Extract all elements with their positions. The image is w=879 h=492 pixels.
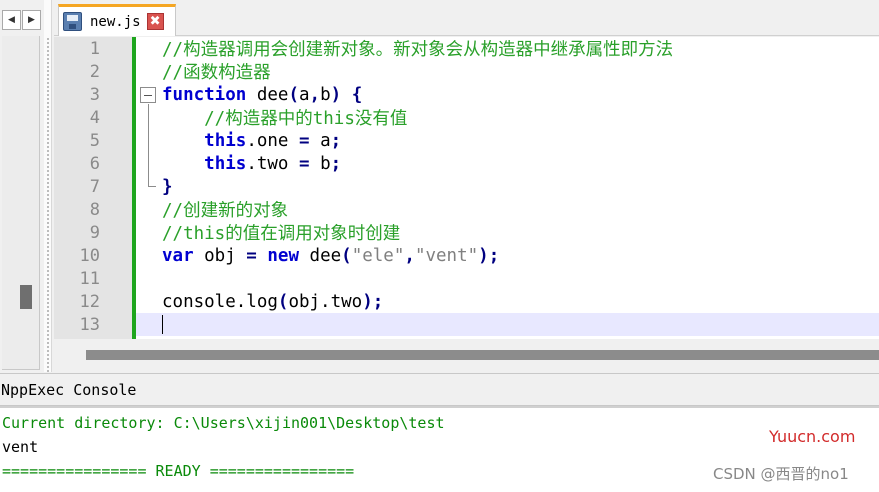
- site-watermark: Yuucn.com: [769, 427, 856, 446]
- author-watermark: CSDN @西晋的no1: [713, 465, 849, 483]
- code-line[interactable]: //构造器中的this没有值: [136, 106, 879, 129]
- code-line[interactable]: [136, 267, 879, 290]
- code-line[interactable]: var obj = new dee("ele","vent");: [136, 244, 879, 267]
- scroll-left-button[interactable]: ◀: [2, 10, 21, 30]
- left-scroll-track[interactable]: [2, 36, 40, 370]
- line-number: 13: [79, 314, 100, 335]
- line-number: 9: [89, 222, 100, 243]
- code-line[interactable]: this.one = a;: [136, 129, 879, 152]
- line-number: 10: [79, 245, 100, 266]
- code-line-text: }: [162, 176, 173, 197]
- code-line-text: console.log(obj.two);: [162, 291, 384, 312]
- code-editor[interactable]: 1 2 3 4 5 6 7 8 9 10 11 12 13 //构造器调用会创建…: [54, 37, 879, 339]
- line-number: 5: [89, 130, 100, 151]
- code-line-text: this.two = b;: [204, 153, 342, 174]
- line-number: 4: [89, 107, 100, 128]
- code-line[interactable]: //创建新的对象: [136, 198, 879, 221]
- line-number-gutter: 1 2 3 4 5 6 7 8 9 10 11 12 13: [54, 37, 132, 339]
- code-line[interactable]: //this的值在调用对象时创建: [136, 221, 879, 244]
- scroll-right-button[interactable]: ▶: [22, 10, 41, 30]
- tab-label: new.js: [90, 13, 141, 30]
- console-header: NppExec Console: [0, 373, 879, 406]
- line-number: 7: [89, 176, 100, 197]
- line-number: 12: [79, 291, 100, 312]
- code-line-text: //this的值在调用对象时创建: [162, 224, 401, 244]
- console-line: Current directory: C:\Users\xijin001\Des…: [2, 414, 445, 432]
- console-title: NppExec Console: [1, 380, 137, 399]
- code-line-text: //构造器调用会创建新对象。新对象会从构造器中继承属性即方法: [162, 40, 674, 60]
- line-number: 1: [89, 38, 100, 59]
- line-number: 11: [79, 268, 100, 289]
- chevron-left-icon: ◀: [8, 15, 15, 25]
- line-number: 8: [89, 199, 100, 220]
- line-number: 6: [89, 153, 100, 174]
- close-icon[interactable]: ✖: [146, 13, 164, 30]
- code-line[interactable]: this.two = b;: [136, 152, 879, 175]
- code-line-text: //构造器中的this没有值: [162, 109, 408, 129]
- console-line: vent: [2, 438, 39, 456]
- panel-divider-grip: [47, 38, 49, 372]
- console-line: ================ READY ================: [2, 462, 355, 480]
- tab-bar: new.js ✖: [54, 0, 879, 36]
- horizontal-scrollbar-thumb[interactable]: [86, 350, 879, 360]
- code-line-text: //函数构造器: [162, 63, 271, 83]
- left-panel: ◀ ▶: [0, 0, 44, 372]
- code-line-text: this.one = a;: [204, 130, 342, 151]
- code-area[interactable]: //构造器调用会创建新对象。新对象会从构造器中继承属性即方法 //函数构造器 f…: [136, 37, 879, 339]
- code-line[interactable]: console.log(obj.two);: [136, 290, 879, 313]
- current-code-line[interactable]: [136, 313, 879, 336]
- left-scrollbar-thumb[interactable]: [20, 285, 32, 309]
- code-line[interactable]: }: [136, 175, 879, 198]
- text-cursor: [162, 315, 163, 334]
- code-line[interactable]: //函数构造器: [136, 60, 879, 83]
- code-line-text: function dee(a,b) {: [162, 84, 363, 105]
- code-line[interactable]: function dee(a,b) {: [136, 83, 879, 106]
- code-line[interactable]: //构造器调用会创建新对象。新对象会从构造器中继承属性即方法: [136, 37, 879, 60]
- code-line-text: var obj = new dee("ele","vent");: [162, 245, 500, 266]
- code-line-text: //创建新的对象: [162, 201, 289, 221]
- chevron-right-icon: ▶: [28, 15, 35, 25]
- line-number: 2: [89, 61, 100, 82]
- line-number: 3: [89, 84, 100, 105]
- tab-new-js[interactable]: new.js ✖: [58, 4, 176, 36]
- horizontal-scrollbar[interactable]: [54, 339, 879, 373]
- save-icon: [63, 12, 82, 31]
